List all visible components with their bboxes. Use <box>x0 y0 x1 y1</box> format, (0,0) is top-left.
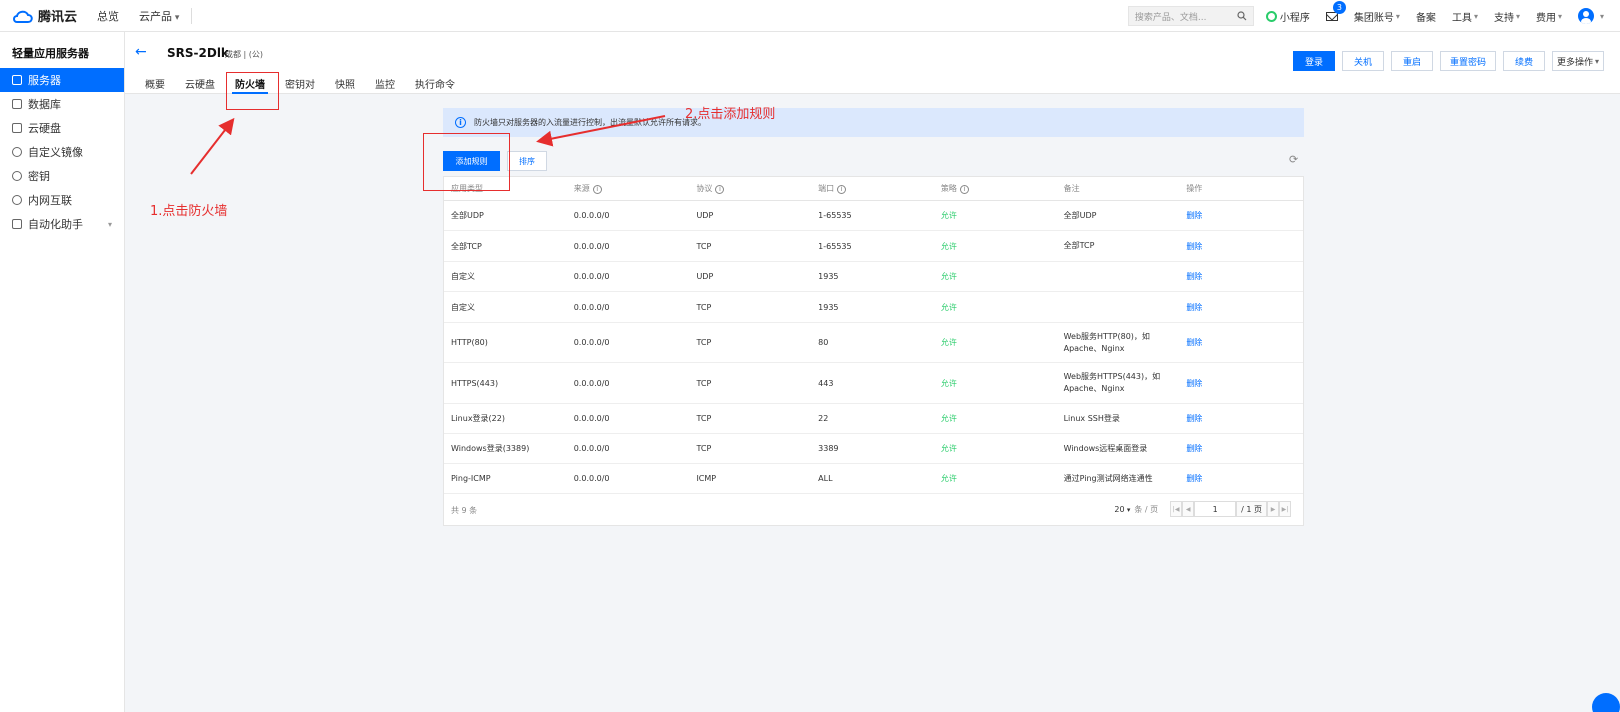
arrow-to-firewall-tab <box>190 117 235 175</box>
arrow-to-add-rule <box>536 115 666 147</box>
annotation-arrows <box>190 115 666 175</box>
